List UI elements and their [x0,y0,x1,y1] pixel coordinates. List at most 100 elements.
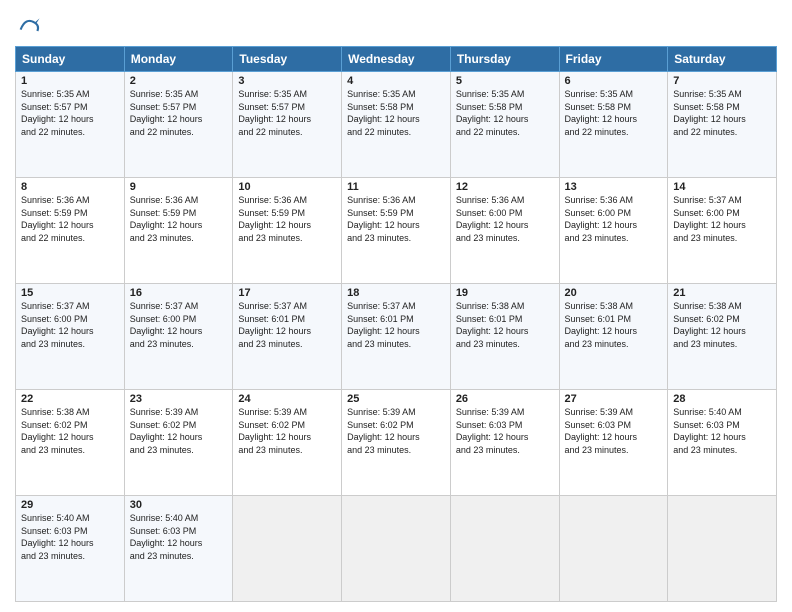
day-header-friday: Friday [559,47,668,72]
calendar-cell: 12Sunrise: 5:36 AM Sunset: 6:00 PM Dayli… [450,178,559,284]
cell-content: Sunrise: 5:36 AM Sunset: 5:59 PM Dayligh… [347,194,445,244]
calendar-cell: 1Sunrise: 5:35 AM Sunset: 5:57 PM Daylig… [16,72,125,178]
calendar-cell: 3Sunrise: 5:35 AM Sunset: 5:57 PM Daylig… [233,72,342,178]
day-number: 7 [673,75,771,87]
calendar-cell: 10Sunrise: 5:36 AM Sunset: 5:59 PM Dayli… [233,178,342,284]
calendar-header-row: SundayMondayTuesdayWednesdayThursdayFrid… [16,47,777,72]
day-number: 3 [238,75,336,87]
day-header-wednesday: Wednesday [342,47,451,72]
calendar-cell: 4Sunrise: 5:35 AM Sunset: 5:58 PM Daylig… [342,72,451,178]
calendar-cell: 23Sunrise: 5:39 AM Sunset: 6:02 PM Dayli… [124,390,233,496]
calendar-cell: 28Sunrise: 5:40 AM Sunset: 6:03 PM Dayli… [668,390,777,496]
cell-content: Sunrise: 5:36 AM Sunset: 5:59 PM Dayligh… [130,194,228,244]
cell-content: Sunrise: 5:37 AM Sunset: 6:00 PM Dayligh… [21,300,119,350]
cell-content: Sunrise: 5:38 AM Sunset: 6:02 PM Dayligh… [673,300,771,350]
calendar-cell: 27Sunrise: 5:39 AM Sunset: 6:03 PM Dayli… [559,390,668,496]
cell-content: Sunrise: 5:39 AM Sunset: 6:02 PM Dayligh… [238,406,336,456]
calendar-cell: 7Sunrise: 5:35 AM Sunset: 5:58 PM Daylig… [668,72,777,178]
cell-content: Sunrise: 5:35 AM Sunset: 5:58 PM Dayligh… [347,88,445,138]
calendar-cell: 30Sunrise: 5:40 AM Sunset: 6:03 PM Dayli… [124,496,233,602]
cell-content: Sunrise: 5:37 AM Sunset: 6:01 PM Dayligh… [347,300,445,350]
cell-content: Sunrise: 5:38 AM Sunset: 6:01 PM Dayligh… [456,300,554,350]
day-header-thursday: Thursday [450,47,559,72]
day-number: 2 [130,75,228,87]
cell-content: Sunrise: 5:37 AM Sunset: 6:01 PM Dayligh… [238,300,336,350]
calendar-cell [233,496,342,602]
calendar-cell: 5Sunrise: 5:35 AM Sunset: 5:58 PM Daylig… [450,72,559,178]
day-number: 22 [21,393,119,405]
calendar-body: 1 Sunrise: 5:35 AM Sunset: 5:57 PM Daylig… [16,72,777,602]
day-number: 10 [238,181,336,193]
calendar-week-1: 1 Sunrise: 5:35 AM Sunset: 5:57 PM Daylig… [16,72,777,178]
day-header-tuesday: Tuesday [233,47,342,72]
day-number: 1 [21,75,119,87]
cell-content: Sunrise: 5:40 AM Sunset: 6:03 PM Dayligh… [130,512,228,562]
day-header-monday: Monday [124,47,233,72]
cell-content: Sunrise: 5:37 AM Sunset: 6:00 PM Dayligh… [130,300,228,350]
calendar-cell: 22Sunrise: 5:38 AM Sunset: 6:02 PM Dayli… [16,390,125,496]
calendar-cell: 9Sunrise: 5:36 AM Sunset: 5:59 PM Daylig… [124,178,233,284]
cell-content: Sunrise: 5:35 AM Sunset: 5:57 PM Dayligh… [130,88,228,138]
day-number: 20 [565,287,663,299]
day-number: 15 [21,287,119,299]
cell-content: Sunrise: 5:35 AM Sunset: 5:57 PM Dayligh… [238,88,336,138]
calendar-cell: 20Sunrise: 5:38 AM Sunset: 6:01 PM Dayli… [559,284,668,390]
cell-content: Sunrise: 5:40 AM Sunset: 6:03 PM Dayligh… [21,512,119,562]
cell-content: Sunrise: 5:36 AM Sunset: 6:00 PM Dayligh… [456,194,554,244]
calendar-week-4: 22Sunrise: 5:38 AM Sunset: 6:02 PM Dayli… [16,390,777,496]
cell-content: Sunrise: 5:40 AM Sunset: 6:03 PM Dayligh… [673,406,771,456]
calendar-cell: 6Sunrise: 5:35 AM Sunset: 5:58 PM Daylig… [559,72,668,178]
cell-content: Sunrise: 5:36 AM Sunset: 5:59 PM Dayligh… [238,194,336,244]
calendar-cell [342,496,451,602]
cell-content: Sunrise: 5:39 AM Sunset: 6:03 PM Dayligh… [456,406,554,456]
day-number: 13 [565,181,663,193]
day-number: 9 [130,181,228,193]
day-number: 6 [565,75,663,87]
day-number: 30 [130,499,228,511]
calendar-cell: 14Sunrise: 5:37 AM Sunset: 6:00 PM Dayli… [668,178,777,284]
day-number: 24 [238,393,336,405]
calendar-week-5: 29Sunrise: 5:40 AM Sunset: 6:03 PM Dayli… [16,496,777,602]
day-number: 19 [456,287,554,299]
day-number: 25 [347,393,445,405]
day-number: 27 [565,393,663,405]
calendar-week-2: 8Sunrise: 5:36 AM Sunset: 5:59 PM Daylig… [16,178,777,284]
day-number: 16 [130,287,228,299]
day-number: 4 [347,75,445,87]
calendar-cell: 24Sunrise: 5:39 AM Sunset: 6:02 PM Dayli… [233,390,342,496]
cell-content: Sunrise: 5:38 AM Sunset: 6:01 PM Dayligh… [565,300,663,350]
cell-content: Sunrise: 5:36 AM Sunset: 5:59 PM Dayligh… [21,194,119,244]
cell-content: Sunrise: 5:39 AM Sunset: 6:02 PM Dayligh… [130,406,228,456]
day-header-saturday: Saturday [668,47,777,72]
day-number: 21 [673,287,771,299]
cell-content: Sunrise: 5:39 AM Sunset: 6:02 PM Dayligh… [347,406,445,456]
cell-content: Sunrise: 5:36 AM Sunset: 6:00 PM Dayligh… [565,194,663,244]
cell-content: Sunrise: 5:37 AM Sunset: 6:00 PM Dayligh… [673,194,771,244]
calendar-cell [559,496,668,602]
calendar-cell: 16Sunrise: 5:37 AM Sunset: 6:00 PM Dayli… [124,284,233,390]
day-number: 5 [456,75,554,87]
day-number: 8 [21,181,119,193]
calendar-cell: 17Sunrise: 5:37 AM Sunset: 6:01 PM Dayli… [233,284,342,390]
logo-icon [15,10,43,38]
calendar-cell: 19Sunrise: 5:38 AM Sunset: 6:01 PM Dayli… [450,284,559,390]
day-number: 23 [130,393,228,405]
page: SundayMondayTuesdayWednesdayThursdayFrid… [0,0,792,612]
calendar-cell: 15Sunrise: 5:37 AM Sunset: 6:00 PM Dayli… [16,284,125,390]
cell-content: Sunrise: 5:35 AM Sunset: 5:58 PM Dayligh… [456,88,554,138]
calendar-cell: 8Sunrise: 5:36 AM Sunset: 5:59 PM Daylig… [16,178,125,284]
calendar-table: SundayMondayTuesdayWednesdayThursdayFrid… [15,46,777,602]
day-header-sunday: Sunday [16,47,125,72]
calendar-week-3: 15Sunrise: 5:37 AM Sunset: 6:00 PM Dayli… [16,284,777,390]
calendar-cell: 26Sunrise: 5:39 AM Sunset: 6:03 PM Dayli… [450,390,559,496]
cell-content: Sunrise: 5:35 AM Sunset: 5:58 PM Dayligh… [673,88,771,138]
cell-content: Sunrise: 5:39 AM Sunset: 6:03 PM Dayligh… [565,406,663,456]
calendar-cell: 29Sunrise: 5:40 AM Sunset: 6:03 PM Dayli… [16,496,125,602]
day-number: 11 [347,181,445,193]
day-number: 17 [238,287,336,299]
day-number: 18 [347,287,445,299]
calendar-cell: 13Sunrise: 5:36 AM Sunset: 6:00 PM Dayli… [559,178,668,284]
cell-content: Sunrise: 5:35 AM Sunset: 5:58 PM Dayligh… [565,88,663,138]
day-number: 26 [456,393,554,405]
calendar-cell [450,496,559,602]
